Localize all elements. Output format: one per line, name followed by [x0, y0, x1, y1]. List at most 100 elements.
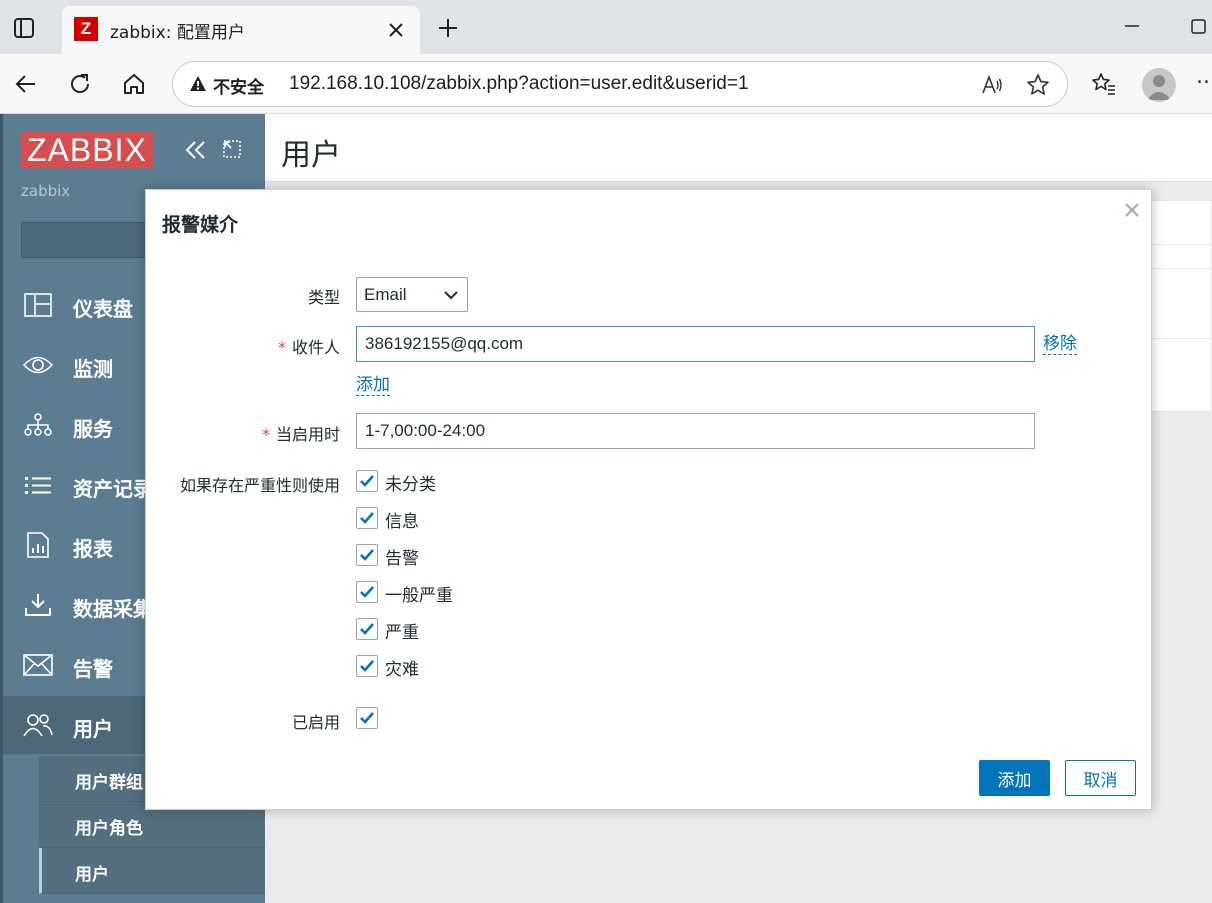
severity-high-checkbox[interactable]: [356, 618, 378, 640]
arrow-left-icon: [15, 75, 35, 93]
severity-not-classified-checkbox[interactable]: [356, 470, 378, 492]
minimize-icon: [1125, 25, 1139, 27]
media-type-value: Email: [364, 285, 407, 304]
eye-icon: [23, 352, 53, 378]
checkmark-icon: [360, 549, 374, 561]
checkmark-icon: [360, 623, 374, 635]
when-active-input[interactable]: [356, 413, 1035, 449]
severity-label: 如果存在严重性则使用: [179, 476, 340, 495]
sidebar-item-label: 报表: [73, 537, 113, 561]
kiosk-mode-button[interactable]: [221, 138, 243, 160]
favorites-button[interactable]: [1090, 70, 1118, 98]
server-name: zabbix: [21, 182, 71, 200]
submenu-item-label: 用户: [75, 865, 109, 885]
close-icon: [1125, 203, 1139, 217]
recipient-input[interactable]: [356, 326, 1035, 362]
browser-tab-bar: Z zabbix: 配置用户: [0, 0, 1212, 54]
remove-recipient-link[interactable]: 移除: [1043, 334, 1077, 355]
new-tab-button[interactable]: [432, 12, 464, 44]
sidebar-item-label: 仪表盘: [73, 297, 133, 321]
url-text: 192.168.10.108/zabbix.php?action=user.ed…: [289, 73, 749, 94]
browser-toolbar: 不安全 192.168.10.108/zabbix.php?action=use…: [0, 54, 1212, 114]
submenu-item-users[interactable]: 用户: [39, 848, 265, 894]
sidebar-item-label: 告警: [73, 657, 113, 681]
type-label: 类型: [307, 288, 340, 307]
maximize-icon: [1191, 19, 1206, 34]
severity-warning-checkbox[interactable]: [356, 544, 378, 566]
report-icon: [23, 532, 53, 558]
cancel-button[interactable]: 取消: [1065, 760, 1136, 796]
profile-avatar[interactable]: [1142, 68, 1176, 102]
severity-information-checkbox[interactable]: [356, 507, 378, 529]
enabled-checkbox[interactable]: [356, 707, 378, 729]
favorites-icon: [1092, 73, 1115, 95]
window-minimize-button[interactable]: [1118, 12, 1146, 40]
more-options-button[interactable]: ...: [1196, 72, 1212, 96]
add-recipient-link[interactable]: 添加: [356, 375, 390, 396]
dialog-title: 报警媒介: [162, 214, 239, 236]
required-marker: *: [261, 425, 270, 444]
tab-title: zabbix: 配置用户: [110, 23, 245, 43]
expand-icon: [223, 140, 241, 158]
home-button[interactable]: [118, 68, 150, 100]
favorite-button[interactable]: [1025, 72, 1051, 98]
plus-icon: [439, 19, 457, 37]
checkmark-icon: [360, 586, 374, 598]
enabled-label: 已启用: [291, 713, 340, 732]
zabbix-logo[interactable]: ZABBIX: [21, 132, 153, 168]
page-header: 用户: [265, 114, 1212, 182]
when-active-label: 当启用时: [275, 425, 340, 444]
recipient-label: 收件人: [291, 338, 340, 357]
severity-label: 严重: [385, 623, 419, 643]
collapse-sidebar-button[interactable]: [183, 138, 209, 162]
tab-actions-button[interactable]: [10, 14, 38, 42]
sidebar-item-label: 服务: [73, 417, 113, 441]
page-title: 用户: [281, 138, 341, 173]
users-icon: [23, 712, 53, 738]
home-icon: [124, 74, 144, 94]
dashboard-icon: [23, 292, 53, 318]
warning-icon: [190, 76, 206, 91]
sidebar-item-label: 监测: [73, 357, 113, 381]
checkmark-icon: [360, 475, 374, 487]
refresh-button[interactable]: [64, 68, 96, 100]
user-avatar-icon: [1147, 75, 1171, 100]
star-icon: [1027, 74, 1049, 95]
chevron-down-icon: [444, 291, 458, 300]
when-active-label-wrap: * 当启用时: [262, 421, 340, 445]
severity-label: 告警: [385, 549, 419, 569]
severity-average-checkbox[interactable]: [356, 581, 378, 603]
mail-icon: [23, 652, 53, 678]
zabbix-favicon-icon: Z: [74, 17, 98, 41]
tab-close-button[interactable]: [384, 18, 408, 42]
sidebar-item-label: 数据采集: [73, 597, 153, 621]
severity-disaster-checkbox[interactable]: [356, 655, 378, 677]
checkmark-icon: [360, 660, 374, 672]
checkmark-icon: [360, 712, 374, 724]
download-icon: [23, 592, 53, 618]
dialog-close-button[interactable]: [1122, 200, 1142, 220]
severity-label: 灾难: [385, 660, 419, 680]
double-chevron-left-icon: [185, 141, 205, 159]
media-type-select[interactable]: Email: [356, 277, 468, 312]
add-button[interactable]: 添加: [979, 760, 1050, 796]
checkmark-icon: [360, 512, 374, 524]
recipient-label-wrap: * 收件人: [278, 334, 340, 358]
sidebar-item-label: 资产记录: [73, 477, 153, 501]
close-icon: [389, 23, 403, 37]
severity-label: 一般严重: [385, 586, 453, 606]
back-button[interactable]: [10, 68, 42, 100]
severity-label: 信息: [385, 512, 419, 532]
required-marker: *: [277, 338, 286, 357]
services-icon: [23, 412, 53, 438]
severity-label: 未分类: [385, 475, 436, 495]
address-bar[interactable]: 不安全 192.168.10.108/zabbix.php?action=use…: [172, 61, 1068, 107]
read-aloud-button[interactable]: [979, 72, 1005, 98]
window-maximize-button[interactable]: [1184, 12, 1212, 40]
tab-actions-icon: [14, 18, 34, 38]
browser-tab-active[interactable]: Z zabbix: 配置用户: [62, 6, 420, 54]
submenu-item-label: 用户角色: [75, 819, 143, 839]
media-dialog: 报警媒介 类型 Email * 收件人 移除 添加 * 当启用时 如果存在严重性则使…: [145, 189, 1152, 810]
list-icon: [23, 472, 53, 498]
refresh-icon: [71, 74, 90, 93]
